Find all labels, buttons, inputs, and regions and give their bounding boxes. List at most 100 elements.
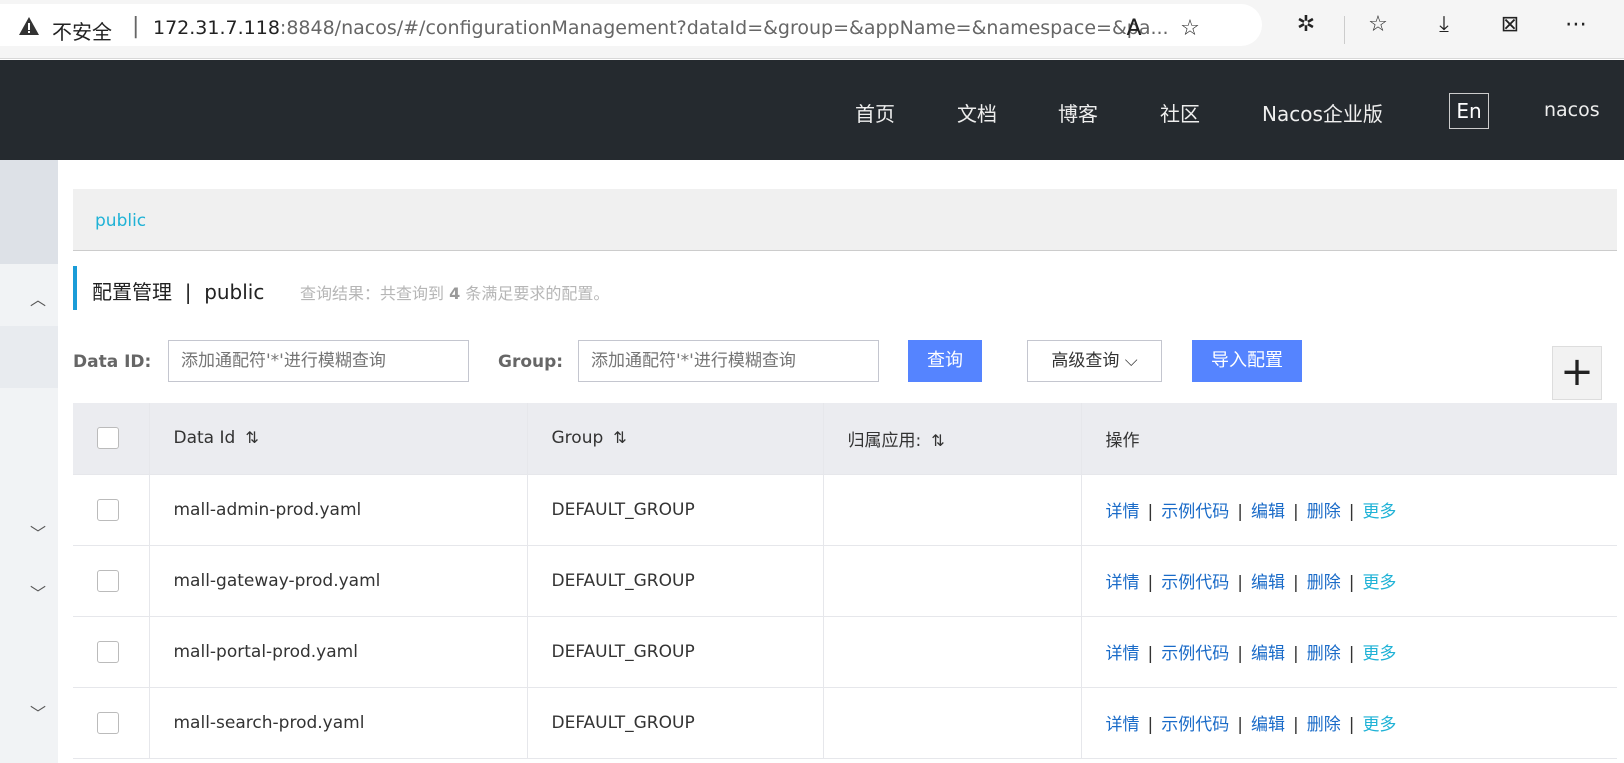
column-header-group[interactable]: Group ⇅ <box>527 403 824 475</box>
action-divider: | <box>1237 644 1243 664</box>
action-divider: | <box>1237 715 1243 735</box>
cell-group: DEFAULT_GROUP <box>527 687 824 759</box>
cell-actions: 详情 | 示例代码 | 编辑 | 删除 | 更多 <box>1081 545 1617 617</box>
row-checkbox[interactable] <box>97 640 119 663</box>
cell-dataid: mall-gateway-prod.yaml <box>149 545 528 617</box>
sample-code-link[interactable]: 示例代码 <box>1161 715 1229 735</box>
detail-link[interactable]: 详情 <box>1106 644 1140 664</box>
add-favorite-icon[interactable]: ☆ <box>1176 15 1204 43</box>
table-row: mall-gateway-prod.yaml DEFAULT_GROUP 详情 | 示例… <box>73 545 1617 617</box>
more-menu-icon[interactable]: ⋯ <box>1562 11 1590 39</box>
sort-icon[interactable]: ⇅ <box>245 428 258 447</box>
cell-dataid: mall-admin-prod.yaml <box>149 474 528 546</box>
more-link[interactable]: 更多 <box>1362 715 1396 735</box>
column-header-actions: 操作 <box>1081 403 1617 475</box>
column-header-dataid[interactable]: Data Id ⇅ <box>149 403 528 475</box>
dataid-search-input[interactable] <box>168 340 469 382</box>
dataid-label: Data ID: <box>73 352 152 372</box>
sort-icon[interactable]: ⇅ <box>613 428 626 447</box>
sample-code-link[interactable]: 示例代码 <box>1161 644 1229 664</box>
group-search-input[interactable] <box>578 340 879 382</box>
chevron-down-icon[interactable]: ﹀ <box>30 700 46 724</box>
chevron-down-icon[interactable]: ﹀ <box>30 580 46 604</box>
action-divider: | <box>1147 715 1154 735</box>
table-header-row: Data Id ⇅ Group ⇅ 归属应用: ⇅ 操作 <box>73 403 1617 475</box>
action-divider: | <box>1348 502 1355 522</box>
select-all-checkbox[interactable] <box>97 427 119 450</box>
namespace-bar: public <box>73 189 1617 251</box>
address-separator: | <box>132 14 140 39</box>
sample-code-link[interactable]: 示例代码 <box>1161 502 1229 522</box>
sidebar-header <box>0 160 58 264</box>
action-divider: | <box>1237 573 1243 593</box>
nav-community[interactable]: 社区 <box>1160 98 1200 127</box>
favorites-icon[interactable]: ☆ <box>1364 11 1392 39</box>
cell-actions: 详情 | 示例代码 | 编辑 | 删除 | 更多 <box>1081 474 1617 546</box>
sidebar: ︿ ﹀ ﹀ ﹀ <box>0 160 58 763</box>
download-icon[interactable]: ⤓ <box>1430 11 1458 39</box>
config-table: Data Id ⇅ Group ⇅ 归属应用: ⇅ 操作 mall-admin-pro… <box>73 403 1617 759</box>
sidebar-item-active[interactable] <box>0 326 58 388</box>
advanced-query-button[interactable]: 高级查询 ⌵ <box>1027 340 1162 382</box>
delete-link[interactable]: 删除 <box>1307 715 1341 735</box>
address-bar[interactable]: 不安全 | 172.31.7.118:8848/nacos/#/configur… <box>0 4 1262 46</box>
group-label: Group: <box>498 352 564 372</box>
insecure-label[interactable]: 不安全 <box>52 16 112 45</box>
nav-blog[interactable]: 博客 <box>1058 98 1098 127</box>
cell-actions: 详情 | 示例代码 | 编辑 | 删除 | 更多 <box>1081 616 1617 688</box>
action-divider: | <box>1348 644 1355 664</box>
warning-icon <box>19 17 39 35</box>
edit-link[interactable]: 编辑 <box>1251 715 1285 735</box>
cell-group: DEFAULT_GROUP <box>527 616 824 688</box>
import-config-button[interactable]: 导入配置 <box>1192 340 1302 382</box>
delete-link[interactable]: 删除 <box>1307 644 1341 664</box>
edit-link[interactable]: 编辑 <box>1251 502 1285 522</box>
detail-link[interactable]: 详情 <box>1106 573 1140 593</box>
chevron-down-icon: ⌵ <box>1124 351 1138 371</box>
action-divider: | <box>1348 573 1355 593</box>
cell-group: DEFAULT_GROUP <box>527 545 824 617</box>
edit-link[interactable]: 编辑 <box>1251 644 1285 664</box>
namespace-public-link[interactable]: public <box>95 211 146 231</box>
toolbar-divider <box>1344 16 1345 44</box>
action-divider: | <box>1147 644 1154 664</box>
math-solver-icon[interactable]: ⊠ <box>1496 11 1524 39</box>
user-menu[interactable]: nacos <box>1544 99 1600 121</box>
detail-link[interactable]: 详情 <box>1106 715 1140 735</box>
column-header-app[interactable]: 归属应用: ⇅ <box>823 403 1082 475</box>
query-button[interactable]: 查询 <box>908 340 982 382</box>
top-navigation: 首页 文档 博客 社区 Nacos企业版 nacos <box>0 60 1624 160</box>
row-checkbox[interactable] <box>97 569 119 592</box>
more-link[interactable]: 更多 <box>1362 502 1396 522</box>
action-divider: | <box>1147 573 1154 593</box>
page-title: 配置管理 | public <box>92 280 265 304</box>
extensions-icon[interactable]: ✲ <box>1292 11 1320 39</box>
language-switch-button[interactable]: En <box>1449 93 1489 129</box>
chevron-down-icon[interactable]: ﹀ <box>30 520 46 544</box>
read-aloud-icon[interactable]: A <box>1120 15 1148 43</box>
nav-home[interactable]: 首页 <box>855 98 895 127</box>
sort-icon[interactable]: ⇅ <box>931 431 944 450</box>
action-divider: | <box>1237 502 1243 522</box>
cell-group: DEFAULT_GROUP <box>527 474 824 546</box>
row-checkbox[interactable] <box>97 711 119 734</box>
title-accent-bar <box>73 266 77 310</box>
cell-dataid: mall-portal-prod.yaml <box>149 616 528 688</box>
sample-code-link[interactable]: 示例代码 <box>1161 573 1229 593</box>
chevron-up-icon[interactable]: ︿ <box>30 286 46 310</box>
add-config-button[interactable]: + <box>1552 346 1602 400</box>
row-checkbox[interactable] <box>97 498 119 521</box>
edit-link[interactable]: 编辑 <box>1251 573 1285 593</box>
nav-enterprise[interactable]: Nacos企业版 <box>1262 98 1383 127</box>
more-link[interactable]: 更多 <box>1362 573 1396 593</box>
cell-actions: 详情 | 示例代码 | 编辑 | 删除 | 更多 <box>1081 687 1617 759</box>
more-link[interactable]: 更多 <box>1362 644 1396 664</box>
delete-link[interactable]: 删除 <box>1307 502 1341 522</box>
action-divider: | <box>1348 715 1355 735</box>
nav-docs[interactable]: 文档 <box>957 98 997 127</box>
action-divider: | <box>1292 502 1299 522</box>
table-row: mall-portal-prod.yaml DEFAULT_GROUP 详情 | 示例代… <box>73 616 1617 688</box>
url-text[interactable]: 172.31.7.118:8848/nacos/#/configurationM… <box>153 17 1169 39</box>
detail-link[interactable]: 详情 <box>1106 502 1140 522</box>
delete-link[interactable]: 删除 <box>1307 573 1341 593</box>
